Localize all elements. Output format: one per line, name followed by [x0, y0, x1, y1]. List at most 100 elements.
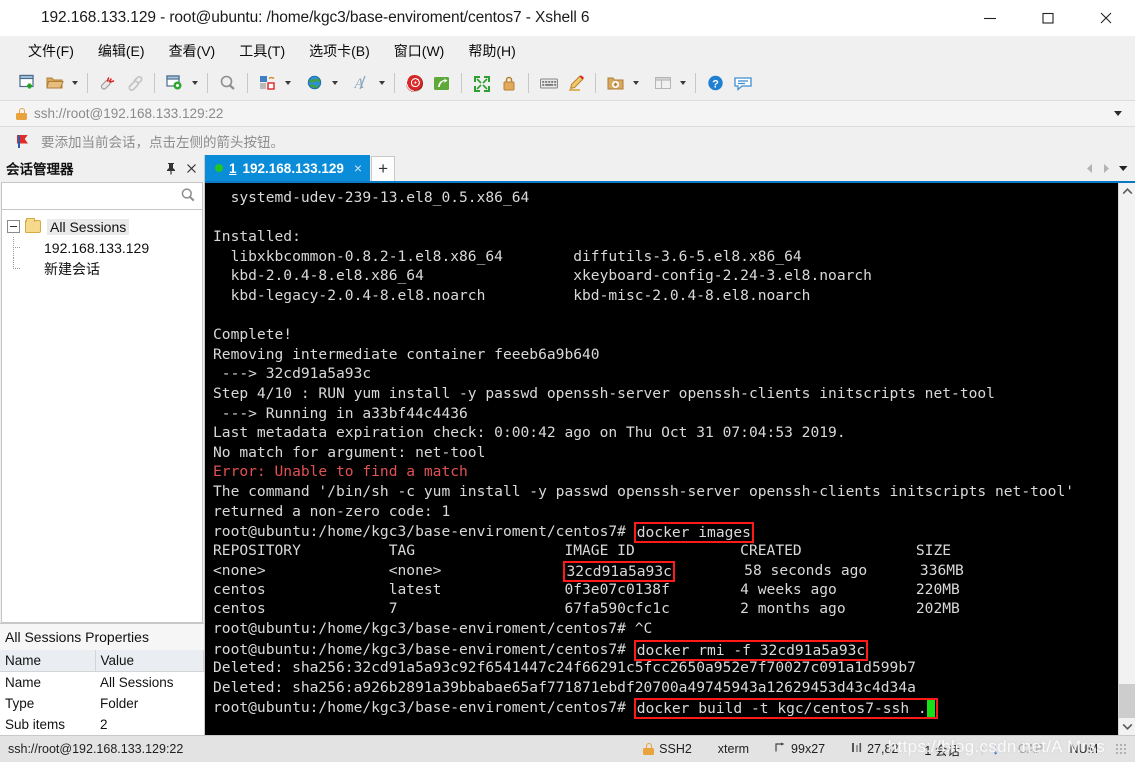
font-icon[interactable]: A	[348, 70, 375, 97]
terminal-text: Complete!	[213, 326, 293, 344]
minimize-button[interactable]	[961, 0, 1019, 36]
search-icon[interactable]	[214, 70, 241, 97]
main-area: 会话管理器 All Sessions 192.168.133.129 新建会话 …	[0, 155, 1135, 735]
close-icon[interactable]	[182, 159, 200, 177]
add-folder-icon[interactable]	[602, 70, 629, 97]
tree-node-label: 新建会话	[44, 260, 100, 277]
toolbar-separator	[247, 73, 248, 93]
address-bar: ssh://root@192.168.133.129:22	[0, 100, 1135, 127]
xshell-window: 192.168.133.129 - root@ubuntu: /home/kgc…	[0, 0, 1135, 762]
xshell-session-icon	[24, 240, 39, 255]
menu-view[interactable]: 查看(V)	[157, 37, 228, 65]
open-folder-caret-icon[interactable]	[68, 70, 81, 97]
toolbar-separator	[461, 73, 462, 93]
highlight-pen-icon[interactable]	[562, 70, 589, 97]
tab-close-icon[interactable]: ×	[354, 160, 362, 176]
font-caret-icon[interactable]	[375, 70, 388, 97]
terminal-text: ---> 32cd91a5a93c	[213, 365, 372, 383]
session-tree[interactable]: All Sessions 192.168.133.129 新建会话	[1, 210, 203, 623]
table-row[interactable]: Sub items 2	[0, 714, 204, 735]
tab-session-1[interactable]: 1 192.168.133.129 ×	[205, 155, 371, 181]
session-properties-icon[interactable]	[161, 70, 188, 97]
toolbar-separator	[528, 73, 529, 93]
terminal-line: No match for argument: net-tool	[213, 443, 1118, 463]
toolbar-separator	[154, 73, 155, 93]
tab-navigation	[1082, 155, 1135, 181]
keyboard-icon[interactable]	[535, 70, 562, 97]
xftp-icon[interactable]	[428, 70, 455, 97]
new-session-icon[interactable]	[14, 70, 41, 97]
session-search-box[interactable]	[1, 182, 203, 210]
terminal-text: No match for argument: net-tool	[213, 443, 486, 461]
terminal-line: Deleted: sha256:a926b2891a39bbabae65af77…	[213, 678, 1118, 698]
terminal-text: Installed:	[213, 228, 301, 246]
scroll-down-icon[interactable]	[1119, 718, 1135, 735]
collapse-icon[interactable]	[7, 220, 20, 233]
layout-icon[interactable]	[649, 70, 676, 97]
terminal-line: root@ubuntu:/home/kgc3/base-enviroment/c…	[213, 521, 1118, 544]
globe-caret-icon[interactable]	[328, 70, 341, 97]
toolbar-separator	[87, 73, 88, 93]
close-button[interactable]	[1077, 0, 1135, 36]
scrollbar-track[interactable]	[1118, 200, 1135, 718]
terminal-text: root@ubuntu:/home/kgc3/base-enviroment/c…	[213, 620, 653, 638]
search-icon[interactable]	[180, 187, 196, 206]
terminal-scrollbar[interactable]	[1118, 183, 1135, 735]
column-header-name: Name	[0, 650, 96, 672]
pin-icon[interactable]	[162, 159, 180, 177]
menu-window[interactable]: 窗口(W)	[382, 37, 457, 65]
resize-grip[interactable]	[1115, 743, 1127, 755]
menu-tabs[interactable]: 选项卡(B)	[297, 37, 382, 65]
toolbar-separator	[595, 73, 596, 93]
terminal-output[interactable]: systemd-udev-239-13.el8_0.5.x86_64 Insta…	[205, 183, 1118, 735]
xshell-icon[interactable]	[401, 70, 428, 97]
add-folder-caret-icon[interactable]	[629, 70, 642, 97]
feedback-icon[interactable]	[729, 70, 756, 97]
transfer-file-caret-icon[interactable]	[281, 70, 294, 97]
status-protocol: SSH2	[630, 742, 705, 756]
menu-help[interactable]: 帮助(H)	[456, 37, 527, 65]
link-icon[interactable]	[121, 70, 148, 97]
globe-icon[interactable]	[301, 70, 328, 97]
title-bar: 192.168.133.129 - root@ubuntu: /home/kgc…	[0, 0, 1135, 36]
menu-file[interactable]: 文件(F)	[16, 37, 86, 65]
terminal-text: Step 4/10 : RUN yum install -y passwd op…	[213, 384, 995, 402]
terminal-panel: 1 192.168.133.129 × + systemd-udev-239-1…	[205, 155, 1135, 735]
scroll-up-icon[interactable]	[1119, 183, 1135, 200]
fullscreen-icon[interactable]	[468, 70, 495, 97]
tab-menu-icon[interactable]	[1116, 157, 1131, 179]
terminal-text: libxkbcommon-0.8.2-1.el8.x86_64 diffutil…	[213, 247, 802, 265]
tab-next-icon[interactable]	[1099, 157, 1114, 179]
tree-children: 192.168.133.129	[2, 237, 202, 258]
transfer-file-icon[interactable]	[254, 70, 281, 97]
session-properties-caret-icon[interactable]	[188, 70, 201, 97]
chevron-down-icon[interactable]	[1107, 101, 1129, 126]
new-tab-button[interactable]: +	[371, 156, 396, 181]
tree-node-session-1[interactable]: 192.168.133.129	[24, 237, 202, 258]
terminal-text: Error: Unable to find a match	[213, 463, 468, 481]
maximize-button[interactable]	[1019, 0, 1077, 36]
status-bar: ssh://root@192.168.133.129:22 https://bl…	[0, 735, 1135, 762]
address-input[interactable]: ssh://root@192.168.133.129:22	[6, 101, 1107, 126]
tree-node-all-sessions[interactable]: All Sessions	[2, 216, 202, 237]
table-row[interactable]: Type Folder	[0, 693, 204, 714]
terminal-text: REPOSITORY TAG IMAGE ID CREATED SIZE	[213, 541, 952, 559]
terminal-line: centos 7 67fa590cfc1c 2 months ago 202MB	[213, 599, 1118, 619]
tree-node-session-2[interactable]: 新建会话	[24, 258, 202, 279]
scrollbar-thumb[interactable]	[1118, 684, 1135, 718]
status-size: 99x27	[762, 742, 838, 756]
svg-text:?: ?	[712, 79, 719, 91]
disconnect-icon[interactable]	[94, 70, 121, 97]
address-value: ssh://root@192.168.133.129:22	[34, 106, 224, 121]
notice-bar: 要添加当前会话，点击左侧的箭头按钮。	[0, 127, 1135, 155]
open-folder-icon[interactable]	[41, 70, 68, 97]
layout-caret-icon[interactable]	[676, 70, 689, 97]
menu-edit[interactable]: 编辑(E)	[86, 37, 157, 65]
menu-tools[interactable]: 工具(T)	[227, 37, 297, 65]
table-row[interactable]: Name All Sessions	[0, 671, 204, 693]
terminal-line: centos latest 0f3e07c0138f 4 weeks ago 2…	[213, 580, 1118, 600]
tab-prev-icon[interactable]	[1082, 157, 1097, 179]
terminal-text: Last metadata expiration check: 0:00:42 …	[213, 424, 846, 442]
help-icon[interactable]: ?	[702, 70, 729, 97]
lock-icon[interactable]	[495, 70, 522, 97]
